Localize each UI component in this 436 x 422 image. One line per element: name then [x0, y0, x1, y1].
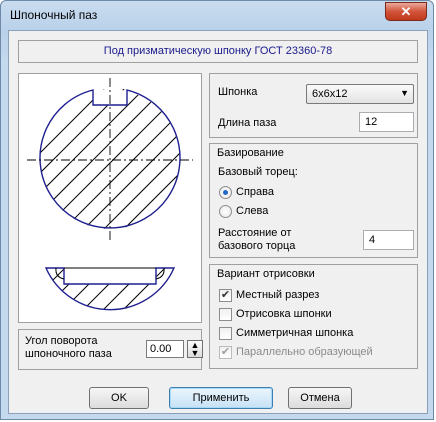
- key-panel: Шпонка 6x6x12 ▼ Длина паза 12: [209, 73, 418, 138]
- ok-button[interactable]: OK: [89, 387, 149, 409]
- slot-length-label: Длина паза: [218, 117, 277, 129]
- radio-right-label[interactable]: Справа: [236, 186, 274, 198]
- checkbox-symmetric-key[interactable]: [219, 327, 232, 340]
- circle-hatching: [40, 89, 181, 229]
- checkmark-icon: ✔: [220, 289, 231, 301]
- radio-right[interactable]: [219, 186, 232, 199]
- base-end-label: Базовый торец:: [218, 166, 298, 178]
- checkbox-local-section-label[interactable]: Местный разрез: [236, 289, 319, 301]
- apply-button[interactable]: Применить: [169, 387, 273, 409]
- slot-preview: [18, 73, 202, 323]
- title-bar[interactable]: Шпоночный паз ✕: [1, 1, 433, 31]
- checkbox-local-section[interactable]: ✔: [219, 289, 232, 302]
- chevron-down-icon: ▼: [400, 88, 409, 98]
- basing-title: Базирование: [217, 147, 284, 159]
- key-select[interactable]: 6x6x12 ▼: [306, 84, 414, 104]
- slot-length-input[interactable]: 12: [359, 112, 414, 132]
- close-icon: ✕: [400, 4, 412, 19]
- dialog-client-area: Под призматическую шпонку ГОСТ 23360-78: [8, 30, 428, 414]
- angle-input[interactable]: 0.00: [146, 340, 184, 358]
- window-title: Шпоночный паз: [10, 8, 98, 22]
- checkbox-parallel-generatrix-label: Параллельно образующей: [236, 346, 373, 358]
- angle-panel: Угол поворота шпоночного паза 0.00 ▲ ▼: [18, 329, 203, 370]
- cancel-button[interactable]: Отмена: [288, 387, 352, 409]
- base-distance-input[interactable]: 4: [363, 230, 414, 250]
- checkbox-parallel-generatrix: ✔: [219, 346, 232, 359]
- close-button[interactable]: ✕: [385, 2, 427, 21]
- basing-panel: Базирование Базовый торец: Справа Слева …: [209, 143, 418, 258]
- radio-left[interactable]: [219, 205, 232, 218]
- angle-spin-button[interactable]: ▲ ▼: [187, 340, 203, 358]
- drawing-variant-title: Вариант отрисовки: [217, 268, 315, 280]
- slot-preview-drawing: [27, 78, 193, 311]
- checkmark-icon: ✔: [220, 346, 231, 358]
- checkbox-draw-key[interactable]: [219, 308, 232, 321]
- radio-left-label[interactable]: Слева: [236, 205, 268, 217]
- dialog-window: Шпоночный паз ✕ Под призматическую шпонк…: [0, 0, 434, 420]
- checkbox-draw-key-label[interactable]: Отрисовка шпонки: [236, 308, 332, 320]
- checkbox-symmetric-key-label[interactable]: Симметричная шпонка: [236, 327, 353, 339]
- spin-arrows-icon: ▲ ▼: [190, 340, 200, 358]
- drawing-variant-panel: Вариант отрисовки ✔ Местный разрез Отрис…: [209, 264, 418, 369]
- base-distance-label: Расстояние от базового торца: [218, 227, 296, 252]
- key-select-value: 6x6x12: [312, 88, 348, 100]
- key-label: Шпонка: [218, 86, 258, 98]
- standard-banner: Под призматическую шпонку ГОСТ 23360-78: [18, 40, 418, 63]
- angle-label: Угол поворота шпоночного паза: [25, 335, 112, 360]
- center-lines: [27, 78, 193, 242]
